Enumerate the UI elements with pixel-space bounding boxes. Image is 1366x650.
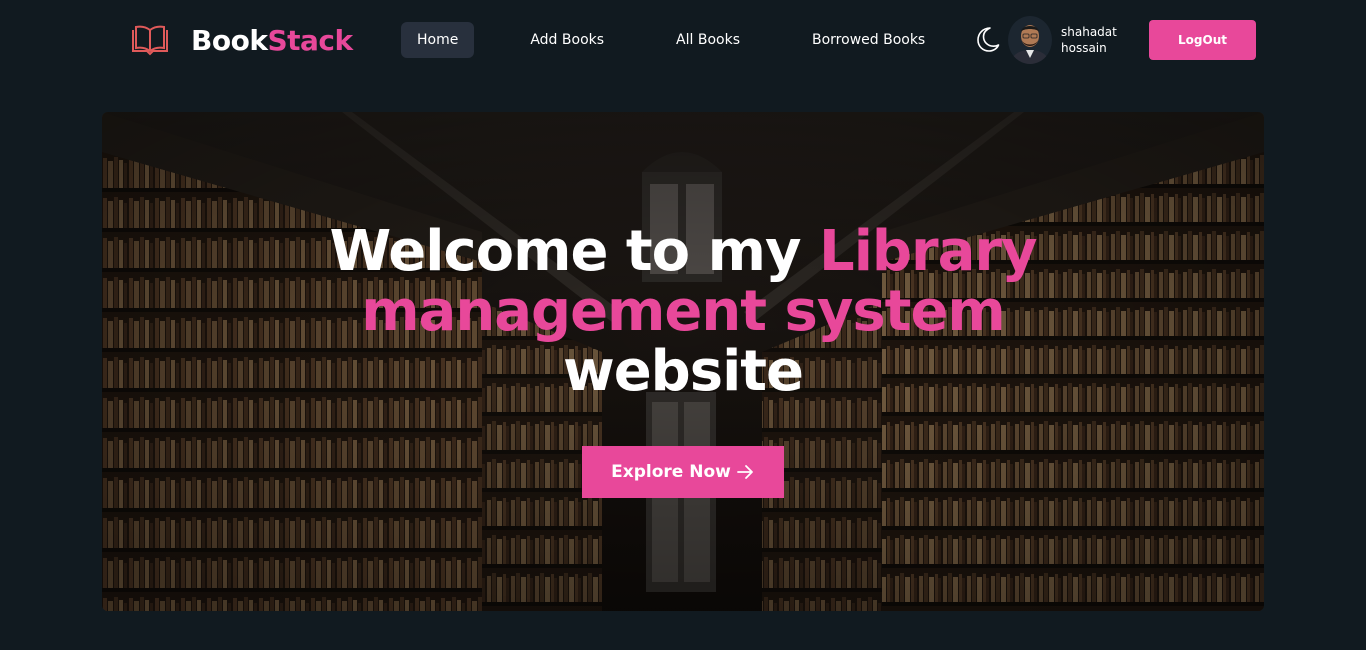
moon-icon[interactable]	[972, 24, 1002, 54]
hero-title-part3: management system	[361, 279, 1006, 344]
arrow-right-icon	[736, 465, 753, 479]
nav-borrowed-books[interactable]: Borrowed Books	[796, 22, 941, 58]
nav-links: Home Add Books All Books Borrowed Books	[401, 22, 941, 58]
hero-content: Welcome to my Library management system …	[102, 222, 1264, 498]
brand-name-part2: Stack	[267, 23, 353, 57]
nav-add-books[interactable]: Add Books	[514, 22, 620, 58]
avatar[interactable]	[1008, 16, 1052, 64]
explore-now-button[interactable]: Explore Now	[582, 446, 784, 498]
hero-title: Welcome to my Library management system …	[323, 222, 1043, 402]
user-first-name: shahadat	[1061, 25, 1117, 39]
navbar: BookStack Home Add Books All Books Borro…	[0, 0, 1366, 80]
hero-banner: Welcome to my Library management system …	[102, 112, 1264, 611]
explore-now-label: Explore Now	[611, 462, 731, 482]
brand-name: BookStack	[191, 24, 353, 57]
logout-button[interactable]: LogOut	[1149, 20, 1256, 60]
user-last-name: hossain	[1061, 41, 1107, 55]
nav-all-books[interactable]: All Books	[660, 22, 756, 58]
user-photo-icon	[1008, 16, 1052, 64]
hero-title-part1: Welcome to my	[329, 219, 820, 284]
hero-title-part4: website	[562, 339, 804, 404]
brand-name-part1: Book	[191, 23, 268, 57]
nav-home[interactable]: Home	[401, 22, 475, 58]
hero-title-part2: Library	[819, 219, 1037, 284]
brand-logo[interactable]: BookStack	[130, 20, 353, 60]
open-book-icon	[132, 25, 168, 56]
user-name: shahadat hossain	[1061, 24, 1131, 56]
